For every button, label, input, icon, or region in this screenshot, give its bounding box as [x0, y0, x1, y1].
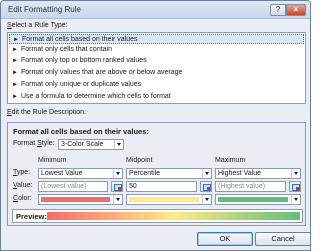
maximum-header: Maximum — [215, 157, 246, 164]
rule-type-label: Select a Rule Type: — [7, 22, 68, 29]
edit-formatting-rule-dialog: Edit Formatting Rule ? × Select a Rule T… — [0, 0, 311, 251]
midpoint-type-select[interactable]: Percentile — [126, 168, 212, 179]
arrow-right-icon: ► — [12, 58, 18, 64]
arrow-right-icon: ► — [12, 82, 18, 88]
description-heading: Format all cells based on their values: — [13, 127, 149, 136]
help-button[interactable]: ? — [270, 4, 286, 16]
ok-button[interactable]: OK — [197, 232, 253, 246]
preview-area: Preview: — [12, 209, 303, 223]
arrow-right-icon: ► — [12, 47, 18, 53]
preview-label: Preview: — [16, 212, 47, 221]
title-bar: Edit Formatting Rule ? × — [1, 1, 310, 19]
midpoint-color-select[interactable] — [126, 194, 212, 205]
minimum-type-select[interactable]: Lowest Value — [38, 168, 123, 179]
chevron-down-icon[interactable] — [114, 140, 123, 149]
cell-reference-icon[interactable] — [289, 181, 301, 192]
format-style-label: Format Style: — [13, 140, 55, 147]
minimum-value-input[interactable]: (Lowest value) — [38, 181, 108, 192]
minimum-color-select[interactable] — [38, 194, 123, 205]
color-label: Color: — [13, 195, 32, 202]
chevron-down-icon[interactable] — [113, 169, 122, 178]
maximum-type-select[interactable]: Highest Value — [215, 168, 301, 179]
minimum-header: Minimum — [38, 157, 67, 164]
midpoint-color-swatch — [129, 197, 199, 202]
rule-type-list[interactable]: ► Format all cells based on their values… — [7, 32, 306, 104]
preview-gradient-bar — [47, 212, 300, 220]
dialog-title: Edit Formatting Rule — [8, 5, 81, 14]
rule-item-all-cells[interactable]: ► Format all cells based on their values — [9, 34, 304, 44]
rule-item-cells-that-contain[interactable]: ► Format only cells that contain — [9, 45, 304, 55]
cell-reference-icon[interactable] — [111, 181, 123, 192]
chevron-down-icon[interactable] — [113, 195, 122, 204]
cell-reference-icon[interactable] — [200, 181, 212, 192]
arrow-right-icon: ► — [12, 94, 18, 100]
maximum-color-swatch — [218, 197, 288, 202]
maximum-value-input[interactable]: (Highest value) — [215, 181, 286, 192]
rule-description-panel: Format all cells based on their values: … — [7, 122, 306, 226]
value-label: Value: — [13, 182, 33, 189]
rule-item-above-below-average[interactable]: ► Format only values that are above or b… — [9, 68, 304, 78]
chevron-down-icon[interactable] — [291, 169, 300, 178]
arrow-right-icon: ► — [13, 37, 19, 43]
arrow-right-icon: ► — [12, 70, 18, 76]
format-style-select[interactable]: 3-Color Scale — [58, 139, 124, 150]
rule-item-use-formula[interactable]: ► Use a formula to determine which cells… — [9, 92, 304, 102]
chevron-down-icon[interactable] — [202, 195, 211, 204]
midpoint-header: Midpoint — [126, 157, 153, 164]
cancel-button[interactable]: Cancel — [255, 232, 311, 246]
midpoint-value-input[interactable]: 50 — [126, 181, 197, 192]
rule-description-label: Edit the Rule Description: — [7, 109, 86, 116]
rule-item-top-bottom-ranked[interactable]: ► Format only top or bottom ranked value… — [9, 56, 304, 66]
type-label: Type: — [13, 169, 31, 176]
minimum-color-swatch — [41, 197, 110, 202]
chevron-down-icon[interactable] — [291, 195, 300, 204]
maximum-color-select[interactable] — [215, 194, 301, 205]
close-button[interactable]: × — [286, 4, 306, 16]
chevron-down-icon[interactable] — [202, 169, 211, 178]
rule-item-unique-duplicate[interactable]: ► Format only unique or duplicate values — [9, 80, 304, 90]
